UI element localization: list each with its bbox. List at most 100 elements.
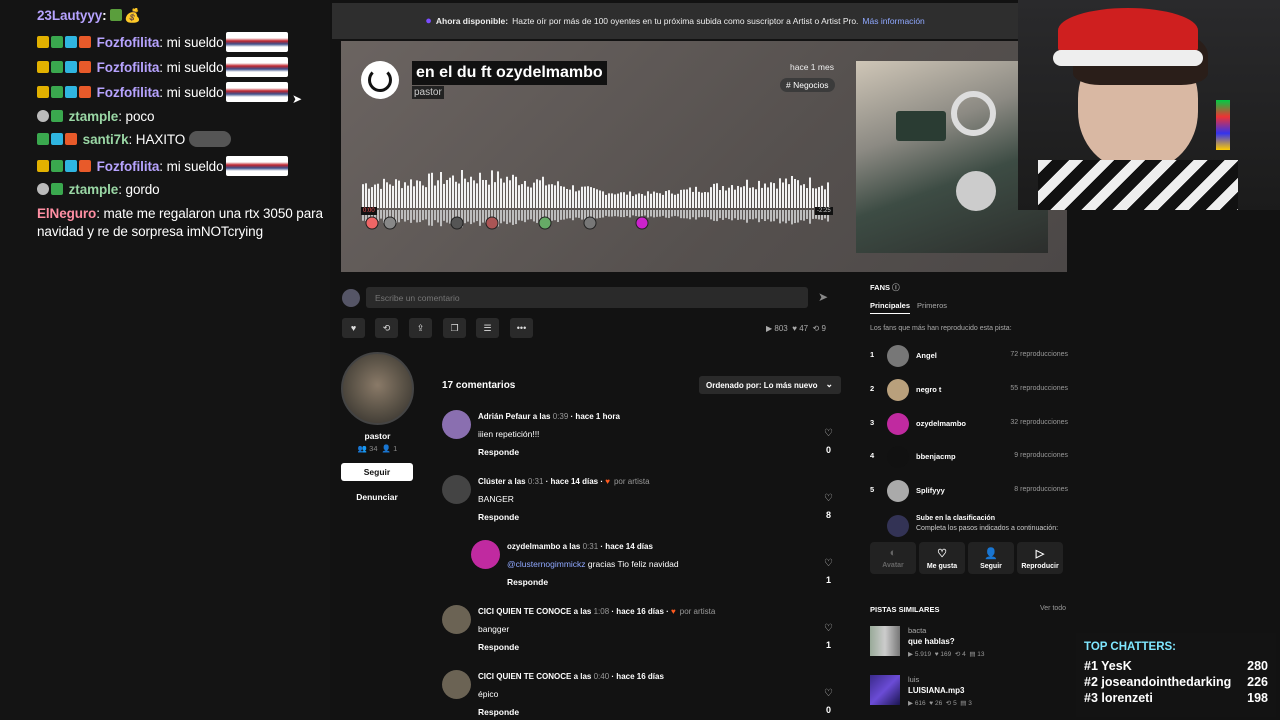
comment-like-icon[interactable]: ♡ [824,623,833,634]
comment-text: iiien repetición!!! [478,429,540,439]
similar-track[interactable]: luis LUISIANA.mp3 ▶ 616 ♥ 26 ⟲ 5 ▤ 3 [870,675,1070,713]
play-count-icon: ▶ [766,324,773,333]
comment-user[interactable]: ozydelmambo [507,542,560,551]
like-count: 47 [799,324,809,333]
comment-user[interactable]: CICI QUIEN TE CONOCE [478,607,571,616]
artist-name[interactable]: pastor [341,431,414,441]
fan-row[interactable]: 1 Angel 72 reproducciones [870,345,1070,367]
mod-badge-icon [37,183,49,195]
comment-like-icon[interactable]: ♡ [824,558,833,569]
like-step-button[interactable]: ♡ Me gusta [919,542,965,574]
fan-avatar [887,480,909,502]
comment-avatar[interactable] [442,410,471,439]
followers-icon: 👥 [357,444,368,453]
comment-user[interactable]: Clúster [478,477,506,486]
reply-button[interactable]: Responde [478,642,519,652]
chat-text: mi sueldo [166,60,224,75]
play-count-icon: ▶ [908,651,913,658]
repost-button[interactable]: ⟲ [375,318,398,338]
fan-avatar [887,446,909,468]
comment-avatar[interactable] [471,540,500,569]
more-button[interactable]: ••• [510,318,533,338]
chat-username[interactable]: Fozfofilita [97,159,160,174]
chat-username[interactable]: Fozfofilita [97,85,160,100]
tab-primeros[interactable]: Primeros [917,301,947,310]
comment-avatar[interactable] [442,475,471,504]
reply-button[interactable]: Responde [478,512,519,522]
xmas-tree-icon [1216,100,1230,150]
waveform[interactable] [362,170,832,234]
share-button[interactable]: ⇪ [409,318,432,338]
chat-username[interactable]: ElNeguro [37,206,96,221]
chat-username[interactable]: 23Lautyyy [37,8,102,23]
chat-message: Fozfofilita: mi sueldo [37,82,288,102]
chat-username[interactable]: Fozfofilita [97,35,160,50]
chat-message: ElNeguro: mate me regalaron una rtx 3050… [37,206,323,239]
similar-title-text: LUISIANA.mp3 [908,686,965,695]
chat-username[interactable]: ztample [69,182,119,197]
gem-badge-icon [51,133,63,145]
fan-row[interactable]: 2 negro t 55 reproducciones [870,379,1070,401]
track-artist[interactable]: pastor [412,86,444,99]
comment-timestamp[interactable]: 0:40 [594,672,610,681]
comment-like-icon[interactable]: ♡ [824,493,833,504]
follow-button[interactable]: Seguir [341,463,413,481]
chat-message: ztample: gordo [37,181,160,199]
person-plus-icon: 👤 [984,547,998,560]
play-button[interactable] [361,61,399,99]
comment-timestamp[interactable]: 0:31 [528,477,544,486]
play-step-button[interactable]: ▷ Reproducir [1017,542,1063,574]
like-button[interactable]: ♥ [342,318,365,338]
send-icon[interactable]: ➤ [818,290,828,304]
sort-dropdown[interactable]: Ordenado por: Lo más nuevo ⌄ [699,376,841,394]
comment-user[interactable]: CICI QUIEN TE CONOCE [478,672,571,681]
reply-button[interactable]: Responde [478,447,519,457]
tab-principales[interactable]: Principales [870,301,911,314]
follow-step-button[interactable]: 👤 Seguir [968,542,1014,574]
comment-like-icon[interactable]: ♡ [824,688,833,699]
artist-avatar[interactable] [341,352,414,425]
haxito-emote-icon [188,131,231,147]
comment-like-count: 0 [826,445,832,455]
chat-text: HAXITO [135,132,186,147]
fan-avatar [887,345,909,367]
comment-input[interactable] [366,287,808,308]
chat-username[interactable]: Fozfofilita [97,60,160,75]
present-emote-icon [110,9,123,21]
money-emote-icon: 💰 [124,8,141,23]
similar-cover [870,626,900,656]
report-button[interactable]: Denunciar [341,492,413,502]
chat-text: poco [125,109,155,124]
comment-like-icon[interactable]: ♡ [824,428,833,439]
fan-row[interactable]: 4 bbenjacmp 9 reproducciones [870,446,1070,468]
comment-avatar[interactable] [442,605,471,634]
user-avatar[interactable] [342,289,360,307]
time-start: 0:00 [361,207,377,215]
comment-mention[interactable]: @clusternogimmickz [507,559,586,569]
like-count-icon: ♥ [792,324,797,333]
chat-username[interactable]: ztample [69,109,119,124]
flag-emote-icon [225,32,288,52]
add-to-next-button[interactable]: ☰ [476,318,499,338]
comment-user[interactable]: Adrián Pefaur [478,412,530,421]
chat-username[interactable]: santi7k [83,132,129,147]
climb-text: Completa los pasos indicados a continuac… [916,525,1059,532]
fan-plays: 8 reproducciones [1014,486,1068,493]
more-info-link[interactable]: Más información [862,16,924,26]
copy-link-button[interactable]: ❐ [443,318,466,338]
fan-avatar [887,379,909,401]
reply-button[interactable]: Responde [507,577,548,587]
reply-button[interactable]: Responde [478,707,519,717]
comment-timestamp[interactable]: 0:39 [553,412,569,421]
track-tag[interactable]: # Negocios [780,78,835,92]
fan-row[interactable]: 3 ozydelmambo 32 reproducciones [870,413,1070,435]
info-icon[interactable]: ⓘ [892,283,900,292]
avatar-step-button[interactable]: ◐ Avatar [870,542,916,574]
similar-track[interactable]: bacta que hablas? ▶ 5.919 ♥ 169 ⟲ 4 ▤ 13 [870,626,1070,664]
fan-row[interactable]: 5 Splifyyy 8 reproducciones [870,480,1070,502]
comment-timestamp[interactable]: 0:31 [583,542,599,551]
comment-timestamp[interactable]: 1:08 [594,607,610,616]
chat-message: 23Lautyyy: 💰 [37,8,141,23]
comment-avatar[interactable] [442,670,471,699]
see-all-link[interactable]: Ver todo [1040,605,1066,612]
